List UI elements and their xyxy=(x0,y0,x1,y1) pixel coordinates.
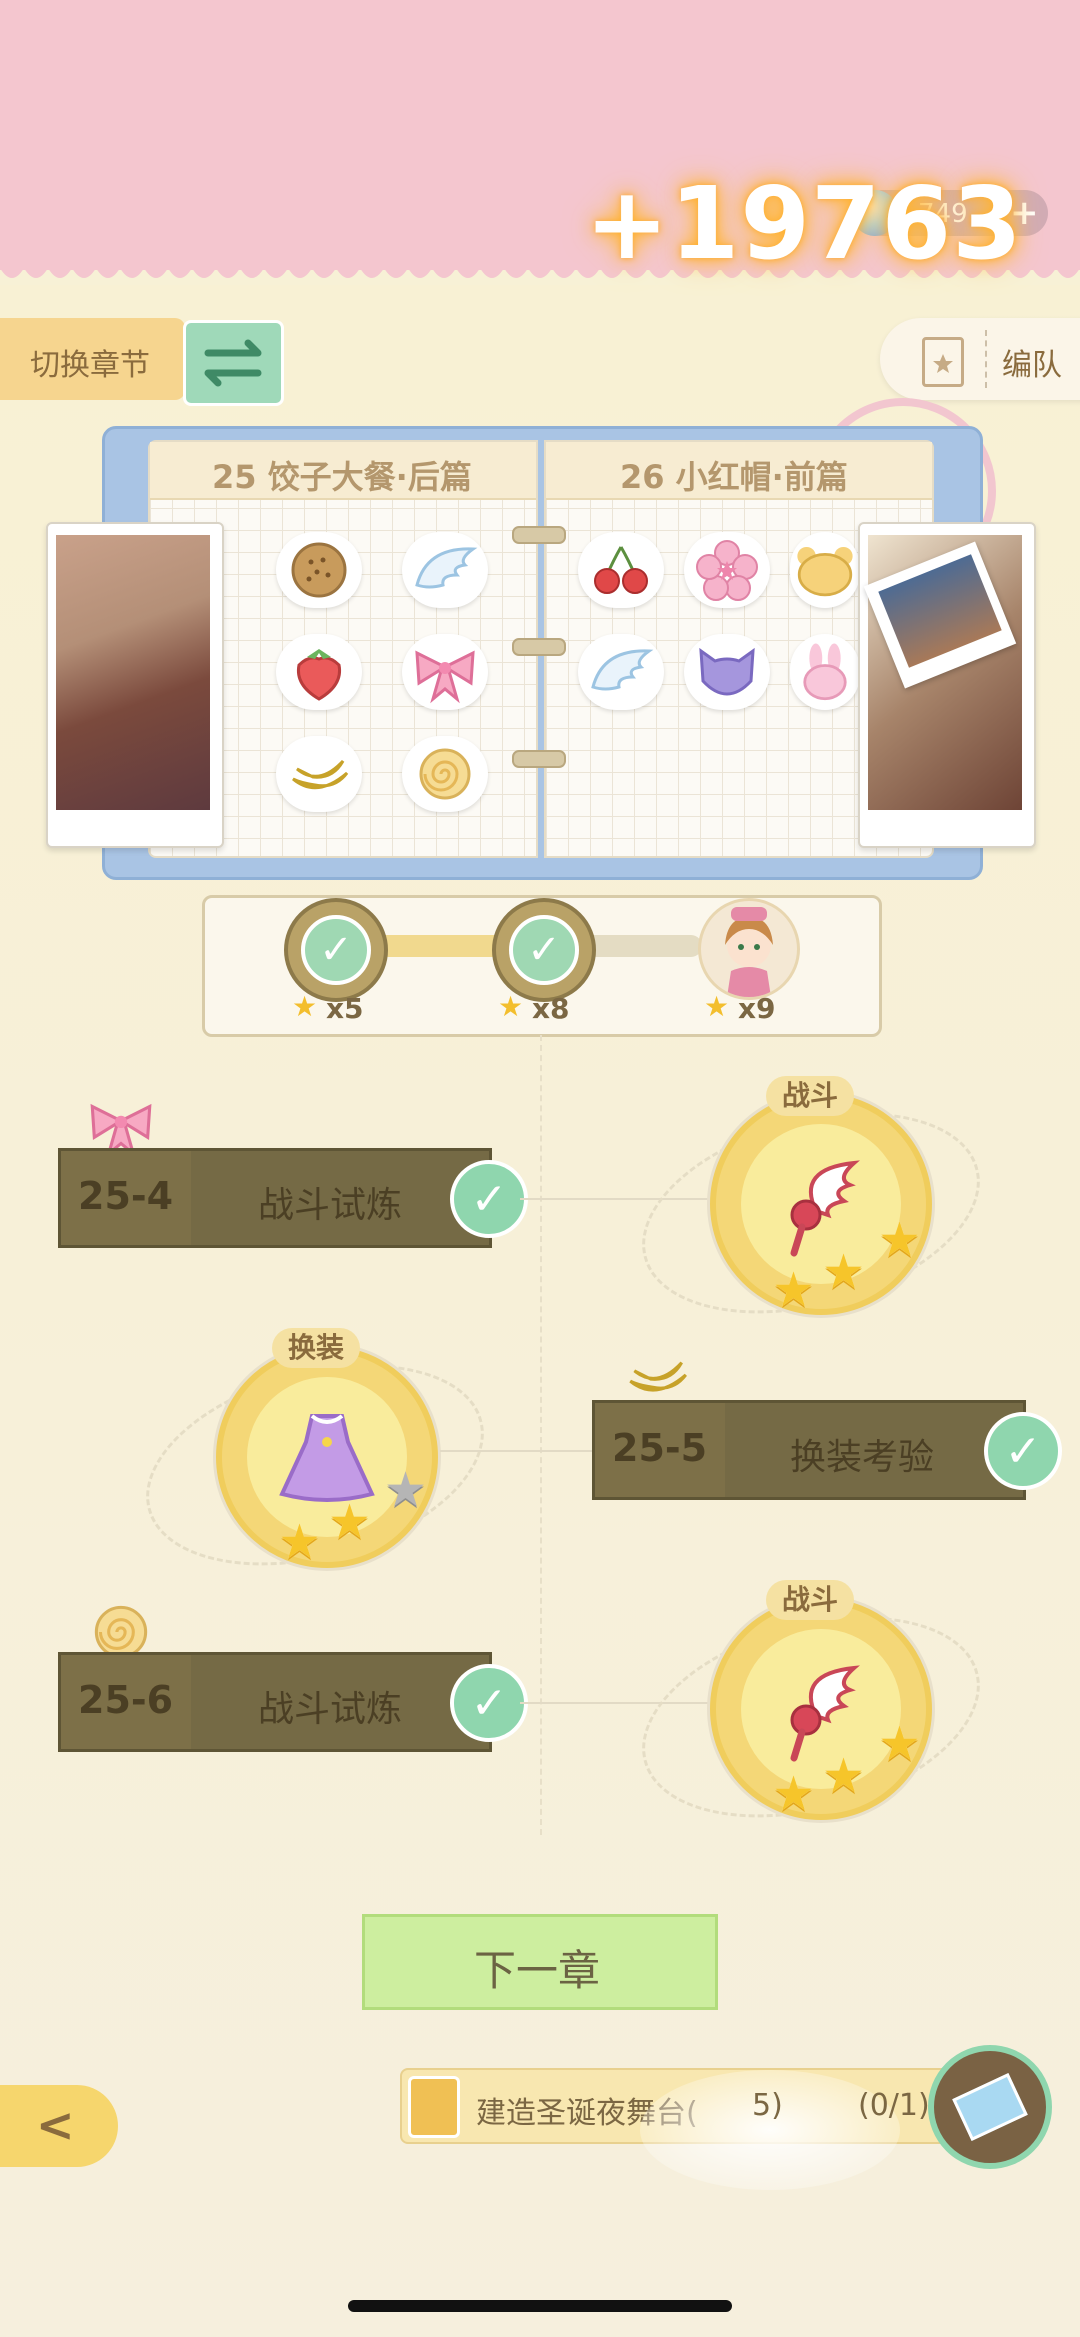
binder-ring xyxy=(512,638,566,656)
illustration-image xyxy=(56,535,210,810)
home-indicator[interactable] xyxy=(348,2300,732,2312)
star-icon: ★ xyxy=(772,1262,816,1318)
quest-scroll-icon xyxy=(408,2076,460,2138)
banana-icon xyxy=(276,736,362,812)
check-icon: ✓ xyxy=(509,915,579,985)
bow-icon xyxy=(402,634,488,710)
wing-icon xyxy=(578,634,664,710)
timeline-line xyxy=(540,1035,542,1835)
cherry-icon xyxy=(578,532,664,608)
bunny-icon xyxy=(790,634,860,710)
node-tag: 战斗 xyxy=(766,1580,855,1620)
right-chapter-title: 26 小红帽·前篇 xyxy=(620,458,848,496)
star-icon: ★ xyxy=(704,990,730,1023)
star-icon: ★ xyxy=(822,1244,866,1300)
star-empty-icon: ★ xyxy=(384,1462,428,1518)
next-chapter-label: 下一章 xyxy=(473,1946,600,1995)
back-arrow-icon: < xyxy=(36,2098,75,2152)
star-icon: ★ xyxy=(822,1748,866,1804)
switch-chapter-label: 切换章节 xyxy=(30,348,150,383)
quest-title-tail: 5) xyxy=(752,2088,783,2123)
cat-icon xyxy=(684,634,770,710)
milestone-req-2: x8 xyxy=(532,992,570,1025)
star-icon: ★ xyxy=(772,1766,816,1822)
outfit-node[interactable] xyxy=(216,1346,438,1568)
check-icon: ✓ xyxy=(450,1160,528,1238)
node-tag: 战斗 xyxy=(766,1076,855,1116)
card-icon xyxy=(922,337,964,387)
team-divider xyxy=(985,330,987,388)
wing-icon xyxy=(402,532,488,608)
wing-staff-icon xyxy=(790,1160,860,1257)
stage-number: 25-4 xyxy=(78,1174,174,1218)
stage-number: 25-5 xyxy=(612,1426,708,1470)
reward-popup: +19763 xyxy=(585,165,1023,282)
star-icon: ★ xyxy=(878,1716,922,1772)
star-icon: ★ xyxy=(328,1494,372,1550)
check-icon: ✓ xyxy=(450,1664,528,1742)
sakura-icon xyxy=(684,532,770,608)
node-tag: 换装 xyxy=(272,1328,361,1368)
stage-number: 25-6 xyxy=(78,1678,174,1722)
milestone-reward-1[interactable]: ✓ xyxy=(284,898,388,1002)
swap-arrows-icon[interactable] xyxy=(183,320,284,406)
team-label: 编队 xyxy=(1002,348,1062,383)
connector-line xyxy=(440,1450,600,1452)
stage-name: 换装考验 xyxy=(790,1437,935,1478)
stage-name: 战斗试炼 xyxy=(258,1185,403,1226)
quest-progress: (0/1) xyxy=(858,2088,930,2123)
milestone-req-1: x5 xyxy=(326,992,364,1025)
battle-node-2[interactable] xyxy=(710,1598,932,1820)
star-icon: ★ xyxy=(878,1212,922,1268)
cookie-icon xyxy=(276,532,362,608)
milestone-req-3: x9 xyxy=(738,992,776,1025)
binder-ring xyxy=(512,750,566,768)
stage-name: 战斗试炼 xyxy=(258,1689,403,1730)
strawberry-icon xyxy=(276,634,362,710)
quest-ticket-button[interactable] xyxy=(928,2045,1052,2169)
milestone-reward-3[interactable] xyxy=(698,898,800,1000)
star-icon: ★ xyxy=(278,1514,322,1570)
bear-icon xyxy=(790,532,860,608)
binder-ring xyxy=(512,526,566,544)
battle-node-1[interactable] xyxy=(710,1093,932,1315)
milestone-reward-2[interactable]: ✓ xyxy=(492,898,596,1002)
left-chapter-title: 25 饺子大餐·后篇 xyxy=(212,458,472,496)
character-avatar-icon xyxy=(725,907,773,997)
star-icon: ★ xyxy=(498,990,524,1023)
check-icon: ✓ xyxy=(984,1412,1062,1490)
ticket-icon xyxy=(952,2073,1028,2141)
star-icon: ★ xyxy=(292,990,318,1023)
swiss-roll-icon xyxy=(402,736,488,812)
check-icon: ✓ xyxy=(301,915,371,985)
